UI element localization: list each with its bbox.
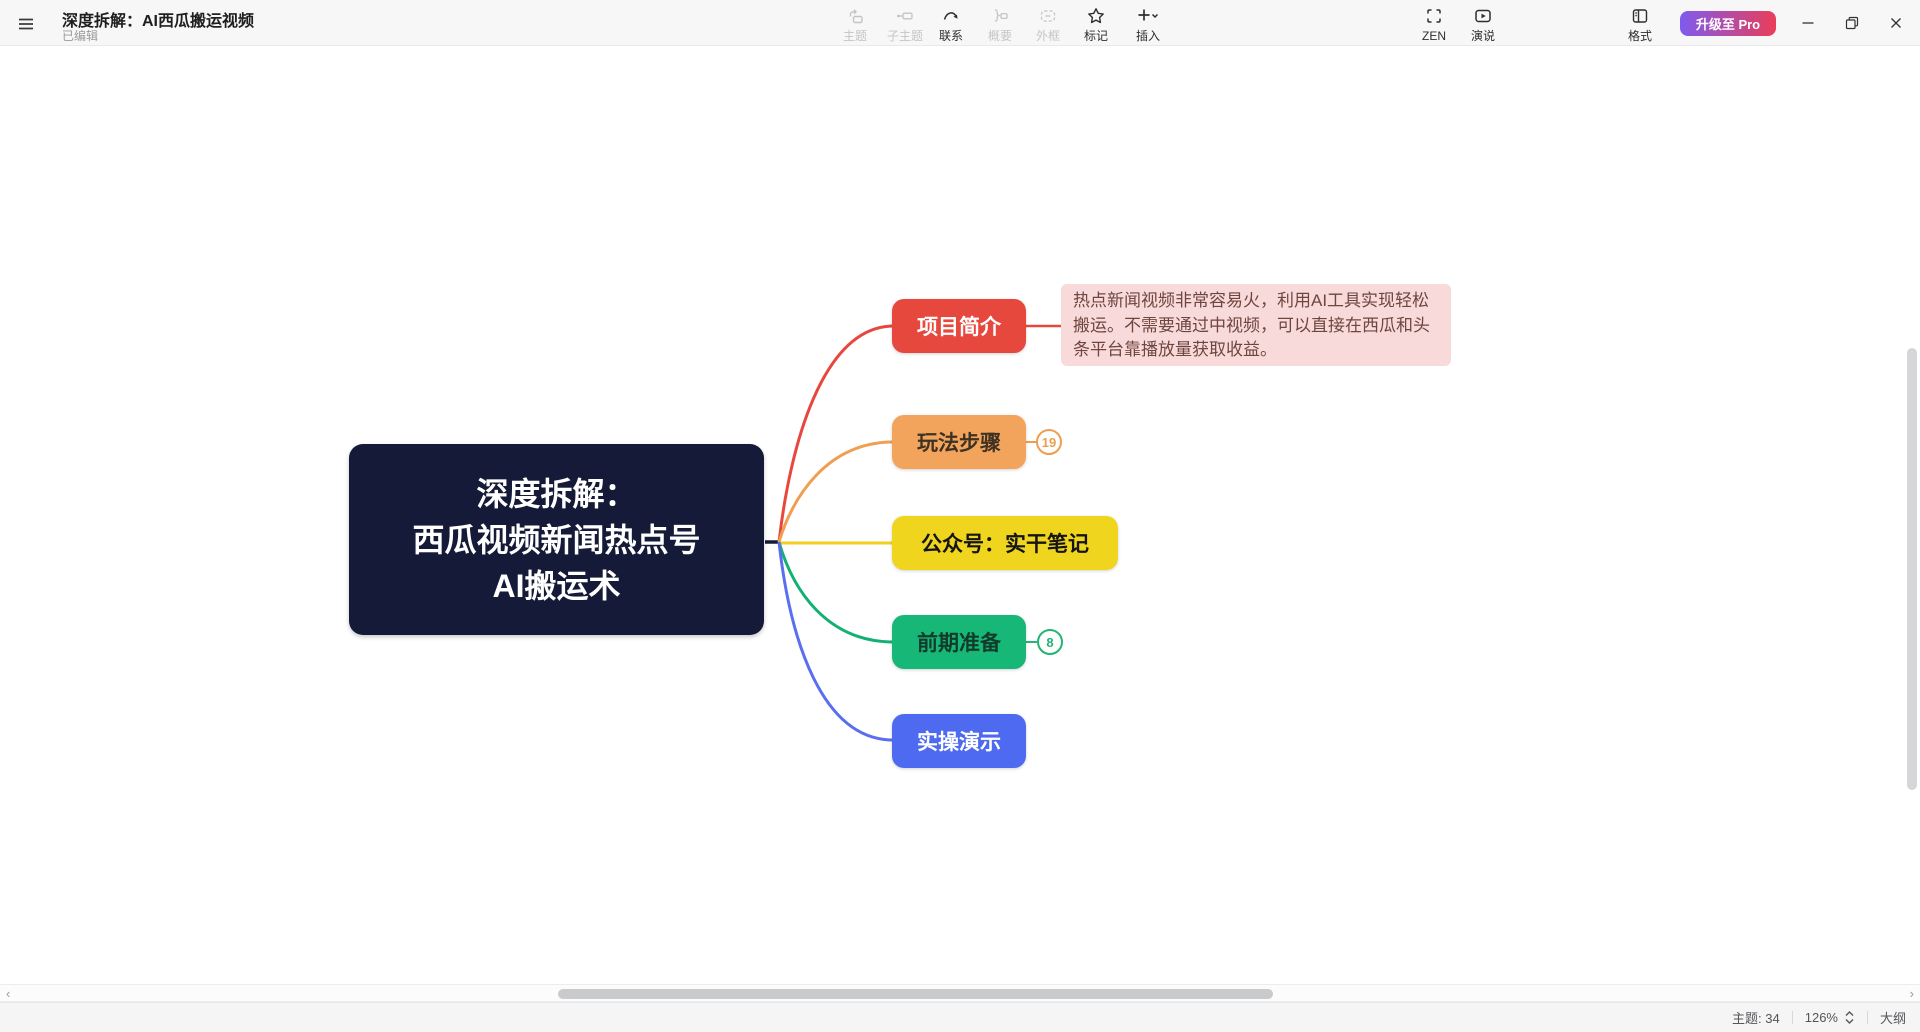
vertical-scrollbar-thumb[interactable]	[1907, 348, 1917, 790]
outline-toggle[interactable]: 大纲	[1880, 1008, 1906, 1027]
topic-icon	[846, 7, 864, 25]
toolbar-button-format[interactable]: 格式	[1617, 4, 1663, 44]
topic-node-preparation[interactable]: 前期准备	[892, 615, 1026, 669]
hamburger-icon	[16, 14, 36, 34]
relationship-icon	[942, 7, 960, 25]
horizontal-scrollbar-thumb[interactable]	[558, 989, 1273, 999]
central-topic-line: AI搬运术	[492, 563, 620, 609]
subtopic-icon	[896, 7, 914, 25]
scroll-right-arrow[interactable]: ›	[1910, 986, 1914, 1001]
toolbar-label: 主题	[843, 30, 867, 42]
edit-status: 已编辑	[62, 27, 98, 44]
maximize-restore-button[interactable]	[1837, 8, 1867, 38]
close-button[interactable]	[1881, 8, 1911, 38]
central-topic-line: 深度拆解：	[476, 471, 636, 517]
toolbar-label: 概要	[988, 30, 1012, 42]
central-topic-line: 西瓜视频新闻热点号	[412, 517, 700, 563]
toolbar-label: 插入	[1136, 30, 1160, 42]
branch-curve-demo	[779, 542, 892, 740]
toolbar-label: 演说	[1471, 30, 1495, 42]
insert-plus-icon	[1137, 7, 1159, 25]
toolbar-label: 标记	[1084, 30, 1108, 42]
collapsed-count-badge[interactable]: 19	[1036, 429, 1062, 455]
topic-node-wechat-account[interactable]: 公众号：实干笔记	[892, 516, 1118, 570]
toolbar-label: 格式	[1628, 30, 1652, 42]
scroll-left-arrow[interactable]: ‹	[6, 986, 10, 1001]
status-bar: 主题: 34 126% 大纲	[0, 1002, 1920, 1032]
minimize-button[interactable]	[1793, 8, 1823, 38]
divider	[1867, 1011, 1868, 1024]
toolbar-button-insert[interactable]: 插入	[1121, 4, 1175, 44]
toolbar-button-present[interactable]: 演说	[1460, 4, 1506, 44]
app-window: 深度拆解：AI西瓜搬运视频 已编辑 主题 子主题 联系	[0, 0, 1920, 1032]
collapsed-count-badge[interactable]: 8	[1037, 629, 1063, 655]
toolbar-label: ZEN	[1422, 30, 1446, 42]
central-topic-node[interactable]: 深度拆解： 西瓜视频新闻热点号 AI搬运术	[349, 444, 764, 635]
branch-curve-project-intro	[779, 326, 892, 542]
toolbar-button-topic[interactable]: 主题	[832, 4, 878, 44]
toolbar-label: 外框	[1036, 30, 1060, 42]
topic-node-play-steps[interactable]: 玩法步骤	[892, 415, 1026, 469]
zoom-stepper-icon	[1844, 1010, 1855, 1025]
zoom-level: 126%	[1805, 1010, 1838, 1025]
summary-icon	[991, 7, 1009, 25]
format-panel-icon	[1631, 7, 1649, 25]
branch-curve-preparation	[779, 542, 892, 642]
toolbar-button-marker[interactable]: 标记	[1073, 4, 1119, 44]
zen-mode-icon	[1425, 7, 1443, 25]
boundary-icon	[1039, 7, 1057, 25]
topic-count: 主题: 34	[1732, 1008, 1780, 1027]
minimize-icon	[1799, 14, 1817, 32]
toolbar-button-zen[interactable]: ZEN	[1411, 4, 1457, 44]
toolbar-button-summary[interactable]: 概要	[977, 4, 1023, 44]
topic-node-demo[interactable]: 实操演示	[892, 714, 1026, 768]
toolbar-button-subtopic[interactable]: 子主题	[882, 4, 928, 44]
star-marker-icon	[1087, 7, 1105, 25]
toolbar-label: 子主题	[887, 30, 923, 42]
toolbar-button-boundary[interactable]: 外框	[1025, 4, 1071, 44]
title-bar: 深度拆解：AI西瓜搬运视频 已编辑 主题 子主题 联系	[0, 0, 1920, 46]
presentation-play-icon	[1474, 7, 1492, 25]
branch-curve-play-steps	[779, 442, 892, 542]
mindmap-canvas[interactable]: 深度拆解： 西瓜视频新闻热点号 AI搬运术 项目简介 玩法步骤 19 公众号：实…	[0, 46, 1920, 1002]
hamburger-menu-button[interactable]	[14, 12, 38, 36]
divider	[1792, 1011, 1793, 1024]
restore-icon	[1843, 14, 1861, 32]
horizontal-scrollbar[interactable]: ‹ ›	[0, 984, 1920, 1002]
zoom-stepper[interactable]	[1844, 1010, 1855, 1025]
topic-note[interactable]: 热点新闻视频非常容易火，利用AI工具实现轻松搬运。不需要通过中视频，可以直接在西…	[1061, 284, 1451, 366]
upgrade-pro-button[interactable]: 升级至 Pro	[1680, 11, 1776, 36]
toolbar-label: 联系	[939, 30, 963, 42]
toolbar-button-relationship[interactable]: 联系	[928, 4, 974, 44]
topic-node-project-intro[interactable]: 项目简介	[892, 299, 1026, 353]
close-icon	[1887, 14, 1905, 32]
